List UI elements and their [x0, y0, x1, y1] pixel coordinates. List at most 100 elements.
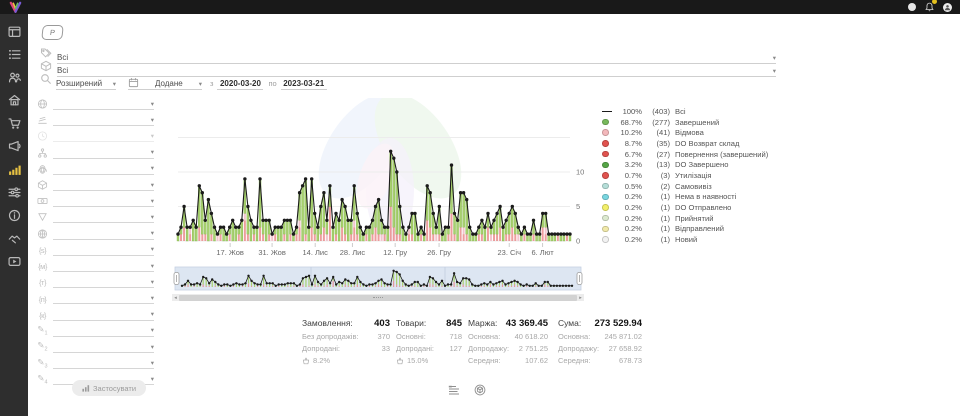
- scroll-right-icon[interactable]: ▸: [577, 294, 584, 301]
- chart-scrollbar[interactable]: ◂ ▸: [172, 294, 584, 301]
- legend-item[interactable]: 100%(403)Всі: [602, 106, 778, 117]
- legend-item[interactable]: 0.2%(1)Прийнятий: [602, 213, 778, 224]
- filter-row-sitemap[interactable]: ▾: [36, 146, 154, 159]
- legend-count: (1): [642, 214, 670, 223]
- filter-row-п[interactable]: {п}▾: [36, 291, 154, 304]
- legend-item[interactable]: 3.2%(13)DO Завершено: [602, 159, 778, 170]
- chevron-down-icon: ▾: [151, 199, 154, 206]
- legend-item[interactable]: 0.2%(1)Відправлений: [602, 224, 778, 235]
- dot-swatch: [602, 204, 609, 211]
- svg-text:12. Гру: 12. Гру: [383, 248, 407, 257]
- date-to-value: 2023-03-21: [283, 79, 324, 88]
- stat-sub-value: 370: [377, 332, 390, 341]
- dot-swatch: [602, 226, 609, 233]
- scrollbar-thumb[interactable]: [179, 295, 577, 301]
- legend-pct: 3.2%: [615, 160, 642, 169]
- filter-row-pencil3[interactable]: ✎3▾: [36, 356, 154, 369]
- apply-button[interactable]: Застосувати: [72, 380, 146, 396]
- svg-text:0: 0: [576, 237, 580, 246]
- stat-sub-value: 33: [382, 344, 390, 353]
- date-from-input[interactable]: 2020-03-20: [217, 79, 263, 90]
- legend-pct: 0.2%: [615, 192, 642, 201]
- filter-row-pencil1[interactable]: ✎1▾: [36, 324, 154, 337]
- scroll-left-icon[interactable]: ◂: [172, 294, 179, 301]
- filter-row-banknote[interactable]: ▾: [36, 194, 154, 207]
- filter-row-funnel[interactable]: ▾: [36, 210, 154, 223]
- filter-row-cube[interactable]: ▾: [36, 178, 154, 191]
- legend-count: (1): [642, 192, 670, 201]
- legend-item[interactable]: 10.2%(41)Відмова: [602, 127, 778, 138]
- legend-pct: 0.2%: [615, 235, 642, 244]
- sidebar-item-info[interactable]: [7, 208, 21, 222]
- legend-item[interactable]: 0.2%(1)Нема в наявності: [602, 192, 778, 203]
- stat-sub-label: Допродані:: [302, 344, 340, 353]
- page-icon[interactable]: P: [41, 25, 64, 40]
- notifications-bell-icon[interactable]: [925, 2, 934, 12]
- stat-sub-value: 40 618.20: [515, 332, 548, 341]
- date-to-input[interactable]: 2023-03-21: [281, 79, 327, 90]
- sidebar-item-video[interactable]: [7, 254, 21, 268]
- filter-row-clock[interactable]: ▾: [36, 129, 154, 142]
- stat-value: 403: [374, 318, 390, 329]
- chevron-down-icon: ▾: [151, 345, 154, 352]
- user-avatar[interactable]: [943, 3, 952, 12]
- date-field-value: Додане: [155, 79, 183, 88]
- chart-legend: 100%(403)Всі68.7%(277)Завершений10.2%(41…: [602, 106, 778, 245]
- svg-text:26. Гру: 26. Гру: [427, 248, 451, 257]
- filter-row-globe-grid[interactable]: ▾: [36, 227, 154, 240]
- sidebar-item-store[interactable]: [7, 93, 21, 107]
- search-mode-select[interactable]: Розширений ▾: [56, 79, 116, 90]
- filter-row-earth[interactable]: ▾: [36, 97, 154, 110]
- pencil-icon: ✎2: [37, 340, 47, 353]
- search-mode-value: Розширений: [56, 79, 102, 88]
- navigator-handle-left[interactable]: [174, 273, 179, 285]
- clock-icon: [37, 130, 48, 142]
- legend-item[interactable]: 0.2%(1)Новий: [602, 234, 778, 245]
- legend-item[interactable]: 0.7%(3)Утилізація: [602, 170, 778, 181]
- chevron-down-icon: ▾: [151, 296, 154, 303]
- chart-range-navigator[interactable]: [172, 266, 584, 293]
- category-filter[interactable]: Всі ▾: [40, 51, 776, 64]
- legend-item[interactable]: 68.7%(277)Завершений: [602, 117, 778, 128]
- banknote-icon: [37, 195, 48, 207]
- svg-text:6. Лют: 6. Лют: [531, 248, 554, 257]
- app-logo[interactable]: [8, 1, 23, 14]
- navigator-handle-right[interactable]: [577, 273, 582, 285]
- sidebar-item-cart[interactable]: [7, 116, 21, 130]
- orders-timeseries-chart[interactable]: 051017. Жов31. Жов14. Лис28. Лис12. Гру2…: [172, 96, 584, 262]
- sidebar-item-partners[interactable]: [7, 231, 21, 245]
- product-filter[interactable]: Всі ▾: [40, 64, 776, 77]
- upsell-pct: 15.0%: [407, 356, 428, 365]
- svg-text:10: 10: [576, 168, 584, 177]
- filter-row-к[interactable]: {к}▾: [36, 308, 154, 321]
- stat-value: 845: [446, 318, 462, 329]
- filter-row-s[interactable]: {s}▾: [36, 243, 154, 256]
- assistant-icon[interactable]: [908, 3, 916, 11]
- legend-item[interactable]: 0.2%(1)DO Отправлено: [602, 202, 778, 213]
- legend-item[interactable]: 8.7%(35)DO Возврат склад: [602, 138, 778, 149]
- filter-row-т[interactable]: {т}▾: [36, 275, 154, 288]
- sidebar-item-orders-list[interactable]: [7, 47, 21, 61]
- sidebar-item-dashboard[interactable]: [7, 24, 21, 38]
- sidebar-item-customers[interactable]: [7, 70, 21, 84]
- package-view-icon[interactable]: [474, 383, 486, 401]
- legend-item[interactable]: 0.5%(2)Самовивіз: [602, 181, 778, 192]
- sidebar-item-marketing[interactable]: [7, 139, 21, 153]
- filter-row-м[interactable]: {м}▾: [36, 259, 154, 272]
- legend-pct: 0.5%: [615, 182, 642, 191]
- stat-sub-label: Допродані:: [396, 344, 434, 353]
- list-view-icon[interactable]: [448, 383, 460, 401]
- date-field-select[interactable]: Додане ▾: [128, 77, 202, 90]
- stat-sub-value: 718: [449, 332, 462, 341]
- chevron-down-icon: ▾: [151, 264, 154, 271]
- dot-swatch: [602, 129, 609, 136]
- chevron-down-icon: ▾: [151, 328, 154, 335]
- chevron-down-icon: ▾: [151, 247, 154, 254]
- filter-row-pencil2[interactable]: ✎2 ▾: [36, 340, 154, 353]
- filter-row-strata[interactable]: ▾: [36, 113, 154, 126]
- filter-row-fingerprint[interactable]: ▾: [36, 162, 154, 175]
- stat-block: Товари:845Основні:718Допродані:12715.0%: [396, 318, 462, 365]
- legend-item[interactable]: 6.7%(27)Повернення (завершений): [602, 149, 778, 160]
- sidebar-item-analytics[interactable]: [7, 162, 21, 176]
- sidebar-item-settings-sliders[interactable]: [7, 185, 21, 199]
